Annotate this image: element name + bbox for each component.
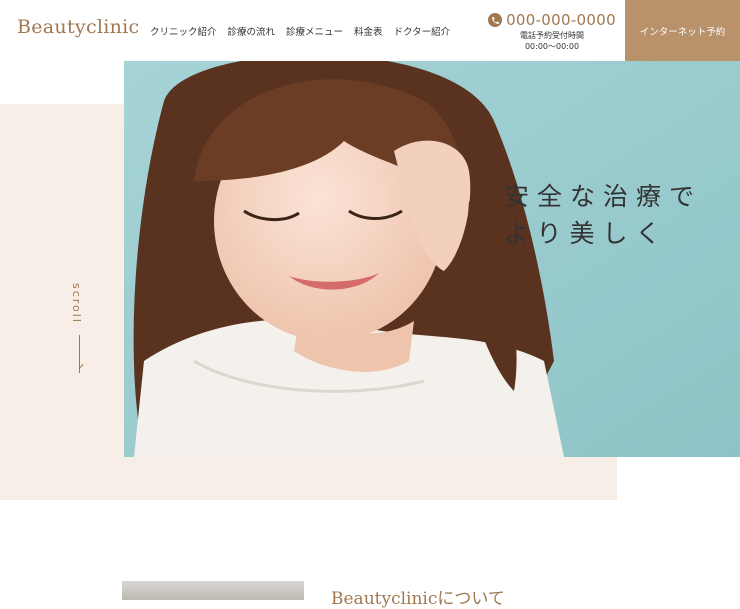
phone-number[interactable]: 000-000-0000 — [506, 11, 616, 29]
phone-hours: 00:00〜00:00 — [524, 42, 580, 51]
internet-reserve-button[interactable]: インターネット予約 — [625, 0, 740, 61]
nav-item-doctor[interactable]: ドクター紹介 — [394, 24, 451, 38]
phone-icon — [488, 13, 503, 27]
hero-catch-copy: 安全な治療で より美しく — [504, 178, 702, 252]
about-title: Beautyclinicについて — [331, 589, 505, 609]
catch-line-1: 安全な治療で — [504, 182, 703, 211]
nav-item-price[interactable]: 料金表 — [354, 24, 383, 38]
scroll-indicator[interactable]: scroll — [70, 283, 88, 373]
main-nav: クリニック紹介 診療の流れ 診療メニュー 料金表 ドクター紹介 — [150, 24, 461, 38]
nav-item-flow[interactable]: 診療の流れ — [228, 24, 276, 38]
hero-image — [124, 61, 740, 457]
nav-item-menu[interactable]: 診療メニュー — [286, 24, 343, 38]
nav-item-clinic[interactable]: クリニック紹介 — [150, 24, 217, 38]
catch-line-2: より美しく — [504, 219, 669, 248]
scroll-label: scroll — [70, 283, 83, 324]
site-header: Beautyclinic クリニック紹介 診療の流れ 診療メニュー 料金表 ドク… — [0, 0, 740, 61]
about-image — [122, 581, 304, 600]
phone-hours-label: 電話予約受付時間 — [520, 31, 584, 40]
phone-contact: 000-000-0000 電話予約受付時間 00:00〜00:00 — [488, 11, 616, 52]
site-logo[interactable]: Beautyclinic — [17, 16, 140, 38]
